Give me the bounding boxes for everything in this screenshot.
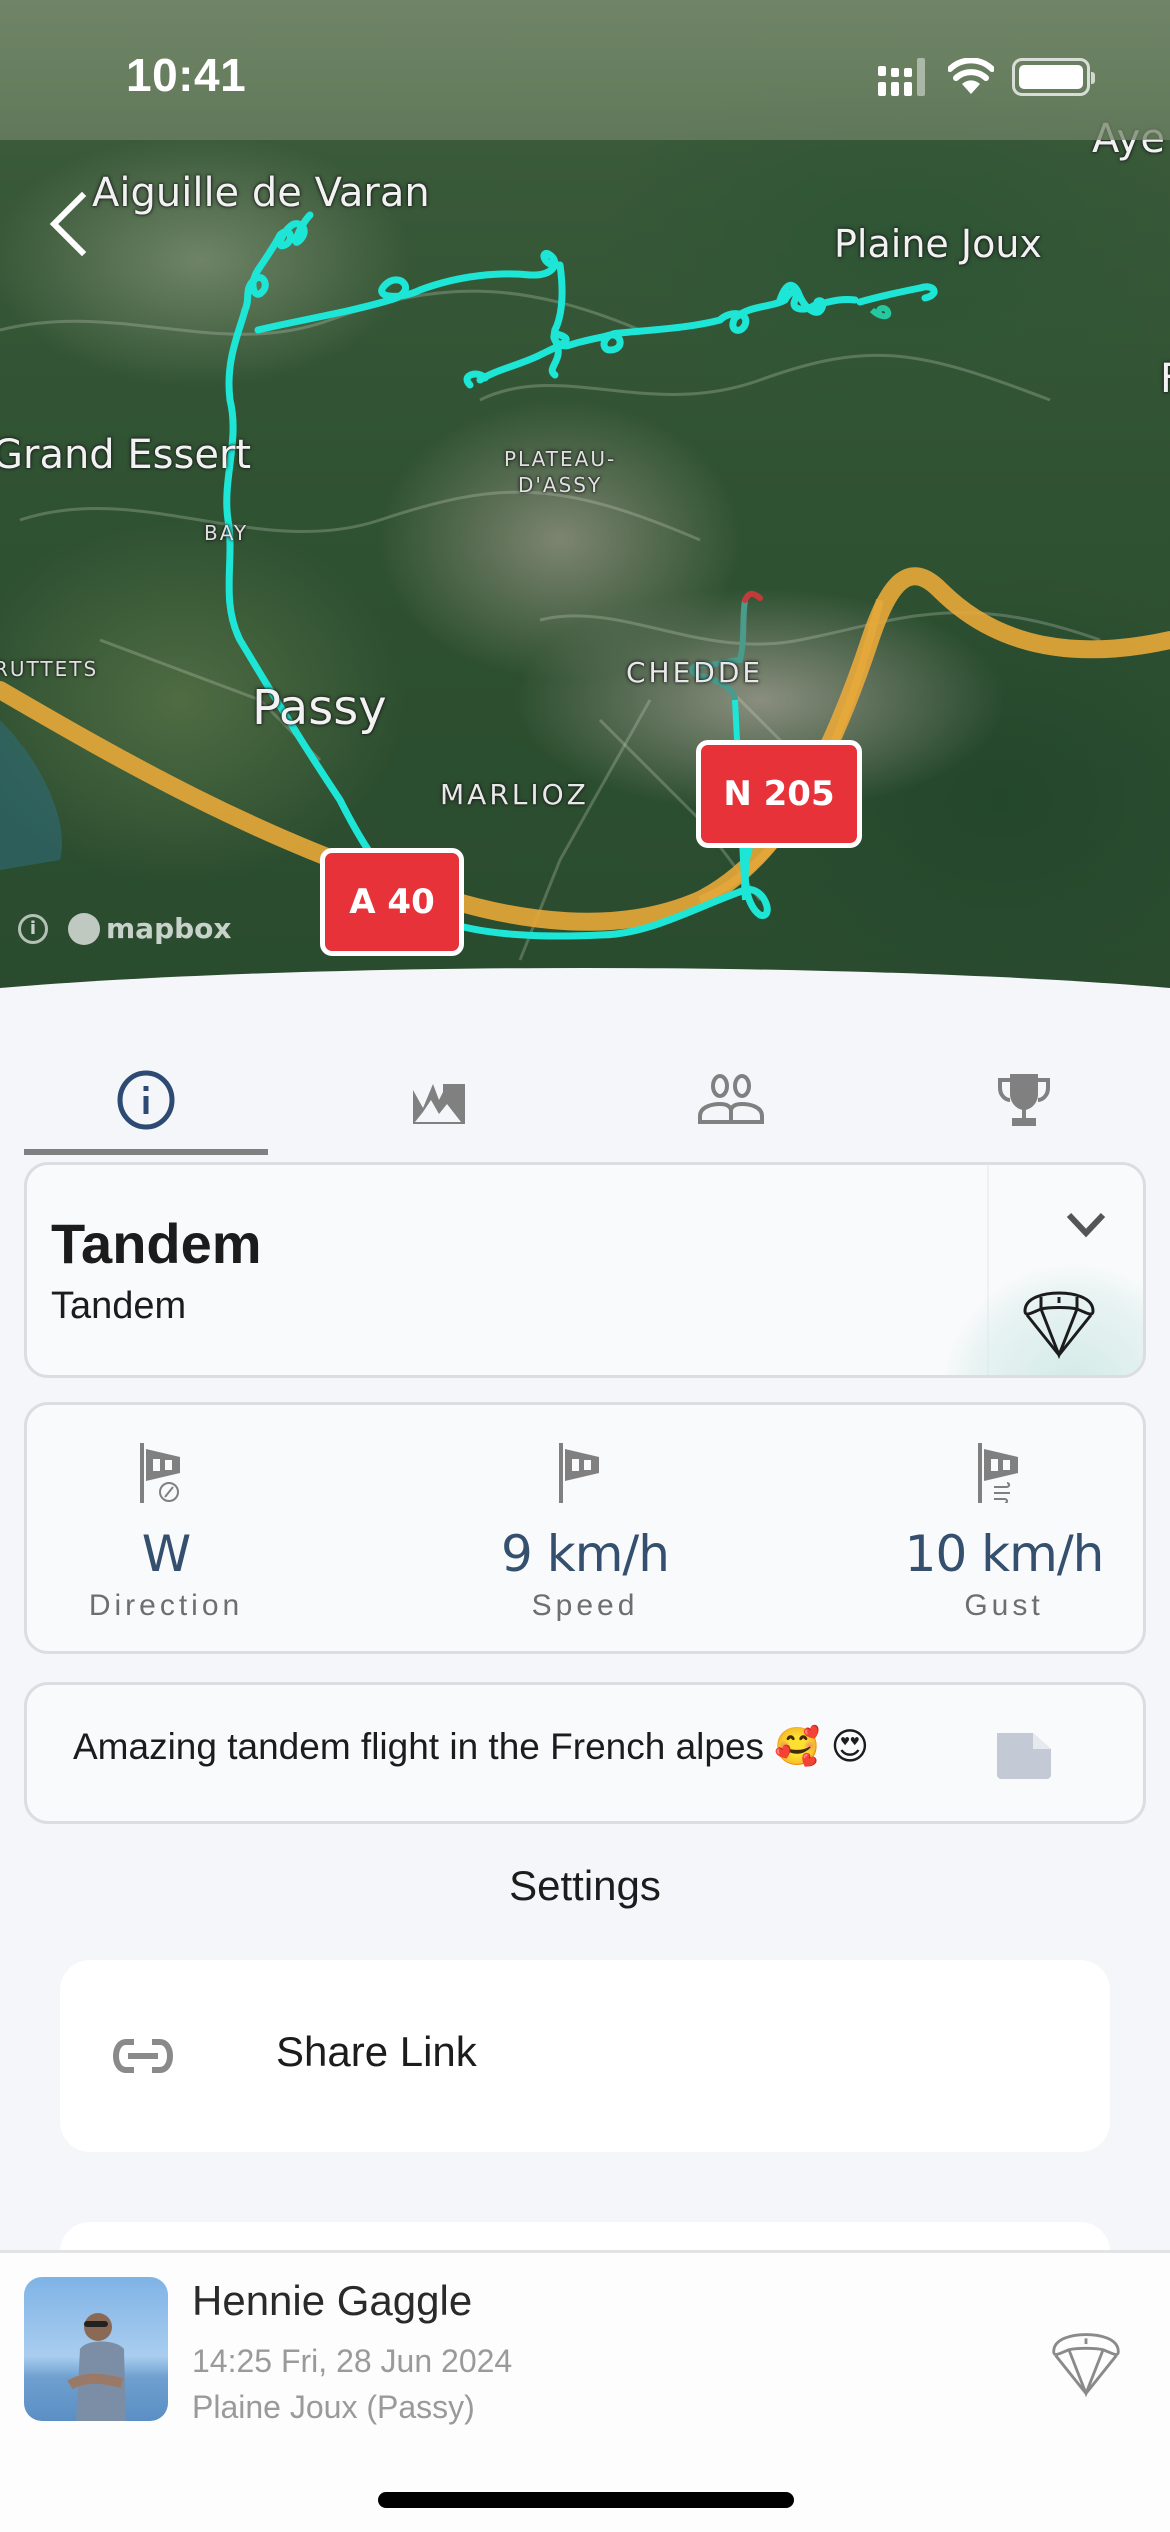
status-bar: 10:41 — [0, 0, 1170, 140]
paraglider-icon — [1023, 1291, 1095, 1359]
share-link-button[interactable]: Share Link — [60, 1960, 1110, 2152]
mountain-chart-icon — [412, 1084, 465, 1124]
active-tab-indicator — [24, 1149, 268, 1155]
trophy-icon — [997, 1074, 1050, 1126]
back-button[interactable] — [44, 188, 94, 258]
map-label-passy: Passy — [252, 680, 387, 736]
wind-direction-value: W — [141, 1525, 191, 1583]
wifi-icon — [948, 58, 994, 94]
wind-speed: 9 km/h Speed — [399, 1405, 771, 1651]
map-label-marlioz: MARLIOZ — [440, 778, 589, 811]
flight-datetime: 14:25 Fri, 28 Jun 2024 — [192, 2343, 513, 2379]
glider-subtitle: Tandem — [51, 1285, 187, 1327]
avatar-photo — [67, 2313, 126, 2421]
wind-conditions-card: W Direction 9 km/h Speed 10 km/h Gust — [24, 1402, 1146, 1654]
windsock-compass-icon — [140, 1443, 180, 1503]
map-label-plateau-line1: PLATEAU- — [504, 447, 617, 471]
share-link-label: Share Link — [276, 2028, 477, 2075]
detail-tabs — [0, 1040, 1170, 1160]
map-label-ruttets: RUTTETS — [0, 657, 99, 681]
chevron-down-icon[interactable] — [1061, 1207, 1111, 1243]
road-shield-a40: A 40 — [320, 848, 464, 956]
map-label-grand-essert: Grand Essert — [0, 432, 252, 478]
wind-direction: W Direction — [0, 1405, 352, 1651]
map-overlay — [0, 211, 1170, 961]
wind-gust-label: Gust — [964, 1589, 1044, 1622]
pilot-avatar[interactable] — [24, 2277, 168, 2421]
tab-info[interactable] — [0, 1040, 293, 1160]
flight-map[interactable]: Aiguille de Varan Plaine Joux Grand Esse… — [0, 0, 1170, 1000]
document-icon[interactable] — [993, 1729, 1055, 1779]
home-indicator[interactable] — [378, 2492, 794, 2508]
map-attribution: i mapbox — [18, 912, 231, 945]
tab-pilots[interactable] — [585, 1040, 878, 1160]
info-icon — [117, 1070, 175, 1130]
flight-note-card[interactable]: Amazing tandem flight in the French alpe… — [24, 1682, 1146, 1824]
tab-elevation[interactable] — [293, 1040, 586, 1160]
settings-heading: Settings — [509, 1862, 661, 1909]
people-icon — [698, 1074, 765, 1124]
status-time: 10:41 — [126, 49, 247, 101]
wind-speed-label: Speed — [531, 1589, 639, 1622]
link-icon — [112, 2039, 174, 2073]
pilot-summary-bar[interactable]: Hennie Gaggle 14:25 Fri, 28 Jun 2024 Pla… — [0, 2250, 1170, 2532]
attribution-info-icon[interactable]: i — [18, 913, 48, 944]
wind-gust-value: 10 km/h — [904, 1525, 1105, 1583]
status-icons — [878, 58, 1095, 96]
glider-title: Tandem — [51, 1212, 262, 1275]
wind-direction-label: Direction — [88, 1589, 244, 1622]
road-highway — [0, 567, 1170, 931]
map-label-edge: F — [1160, 356, 1170, 402]
map-label-chedde: CHEDDE — [626, 656, 764, 689]
map-label-plaine-joux: Plaine Joux — [834, 222, 1042, 266]
battery-icon — [1012, 58, 1095, 96]
mapbox-logo: mapbox — [68, 912, 231, 945]
mapbox-logo-icon — [68, 912, 100, 945]
paraglider-icon — [1052, 2333, 1120, 2398]
pilot-name: Hennie Gaggle — [192, 2277, 473, 2324]
windsock-gust-icon — [978, 1443, 1018, 1503]
mapbox-logo-text: mapbox — [106, 912, 232, 945]
map-label-plateau-line2: D'ASSY — [518, 473, 603, 497]
flight-track-start — [869, 305, 892, 320]
tab-trophies[interactable] — [878, 1040, 1170, 1160]
flight-note-text: Amazing tandem flight in the French alpe… — [73, 1726, 870, 1767]
flight-location: Plaine Joux (Passy) — [192, 2389, 475, 2425]
map-label-bay: BAY — [204, 521, 249, 545]
road-shield-n205: N 205 — [696, 740, 862, 848]
cellular-signal-icon — [878, 58, 925, 96]
map-label-aiguille: Aiguille de Varan — [92, 170, 430, 216]
wind-gust: 10 km/h Gust — [818, 1405, 1170, 1651]
map-label-plateau-assy: PLATEAU- D'ASSY — [504, 446, 616, 498]
windsock-icon — [559, 1443, 599, 1503]
glider-selector-card[interactable]: Tandem Tandem — [24, 1162, 1146, 1378]
wind-speed-value: 9 km/h — [501, 1525, 670, 1583]
